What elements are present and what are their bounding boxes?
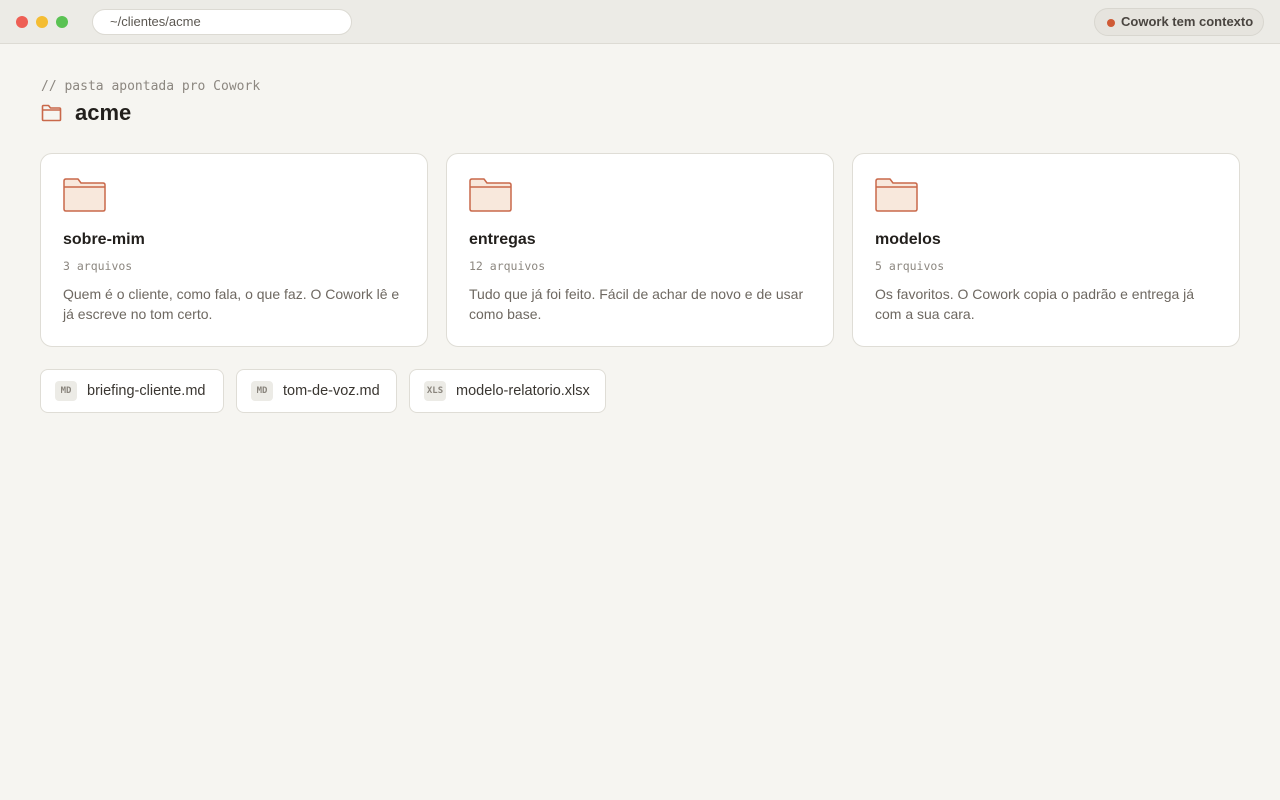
folder-card-entregas[interactable]: entregas 12 arquivos Tudo que já foi fei… — [446, 153, 834, 347]
folder-comment: // pasta apontada pro Cowork — [41, 79, 261, 94]
window-titlebar: ~/clientes/acme Cowork tem contexto — [0, 0, 1280, 44]
folder-icon — [41, 104, 62, 127]
folder-file-count: 12 arquivos — [469, 259, 546, 273]
context-status-label: Cowork tem contexto — [1121, 14, 1254, 29]
folder-name: sobre-mim — [63, 231, 145, 248]
folder-description: Tudo que já foi feito. Fácil de achar de… — [469, 286, 804, 322]
minimize-window-button[interactable] — [36, 16, 48, 28]
path-bar[interactable]: ~/clientes/acme — [92, 9, 352, 35]
spreadsheet-file-icon: XLS — [424, 381, 446, 401]
page-title: acme — [75, 100, 132, 125]
file-name: tom-de-voz.md — [283, 383, 380, 399]
markdown-file-icon: MD — [251, 381, 273, 401]
maximize-window-button[interactable] — [56, 16, 68, 28]
file-name: modelo-relatorio.xlsx — [456, 383, 590, 399]
context-status-badge: Cowork tem contexto — [1094, 8, 1264, 36]
folder-file-count: 3 arquivos — [63, 259, 133, 273]
file-chip-briefing-cliente[interactable]: MD briefing-cliente.md — [40, 369, 224, 413]
file-chip-tom-de-voz[interactable]: MD tom-de-voz.md — [236, 369, 397, 413]
folder-card-sobre-mim[interactable]: sobre-mim 3 arquivos Quem é o cliente, c… — [40, 153, 428, 347]
folder-icon — [63, 178, 106, 217]
folder-name: modelos — [875, 231, 941, 248]
file-name: briefing-cliente.md — [87, 383, 206, 399]
file-chip-modelo-relatorio[interactable]: XLS modelo-relatorio.xlsx — [409, 369, 606, 413]
close-window-button[interactable] — [16, 16, 28, 28]
folder-icon — [875, 178, 918, 217]
status-dot-icon — [1107, 19, 1115, 27]
markdown-file-icon: MD — [55, 381, 77, 401]
folder-file-count: 5 arquivos — [875, 259, 945, 273]
folder-icon — [469, 178, 512, 217]
folder-description: Quem é o cliente, como fala, o que faz. … — [63, 286, 400, 322]
folder-name: entregas — [469, 231, 536, 248]
folder-card-modelos[interactable]: modelos 5 arquivos Os favoritos. O Cowor… — [852, 153, 1240, 347]
folder-description: Os favoritos. O Cowork copia o padrão e … — [875, 286, 1195, 322]
